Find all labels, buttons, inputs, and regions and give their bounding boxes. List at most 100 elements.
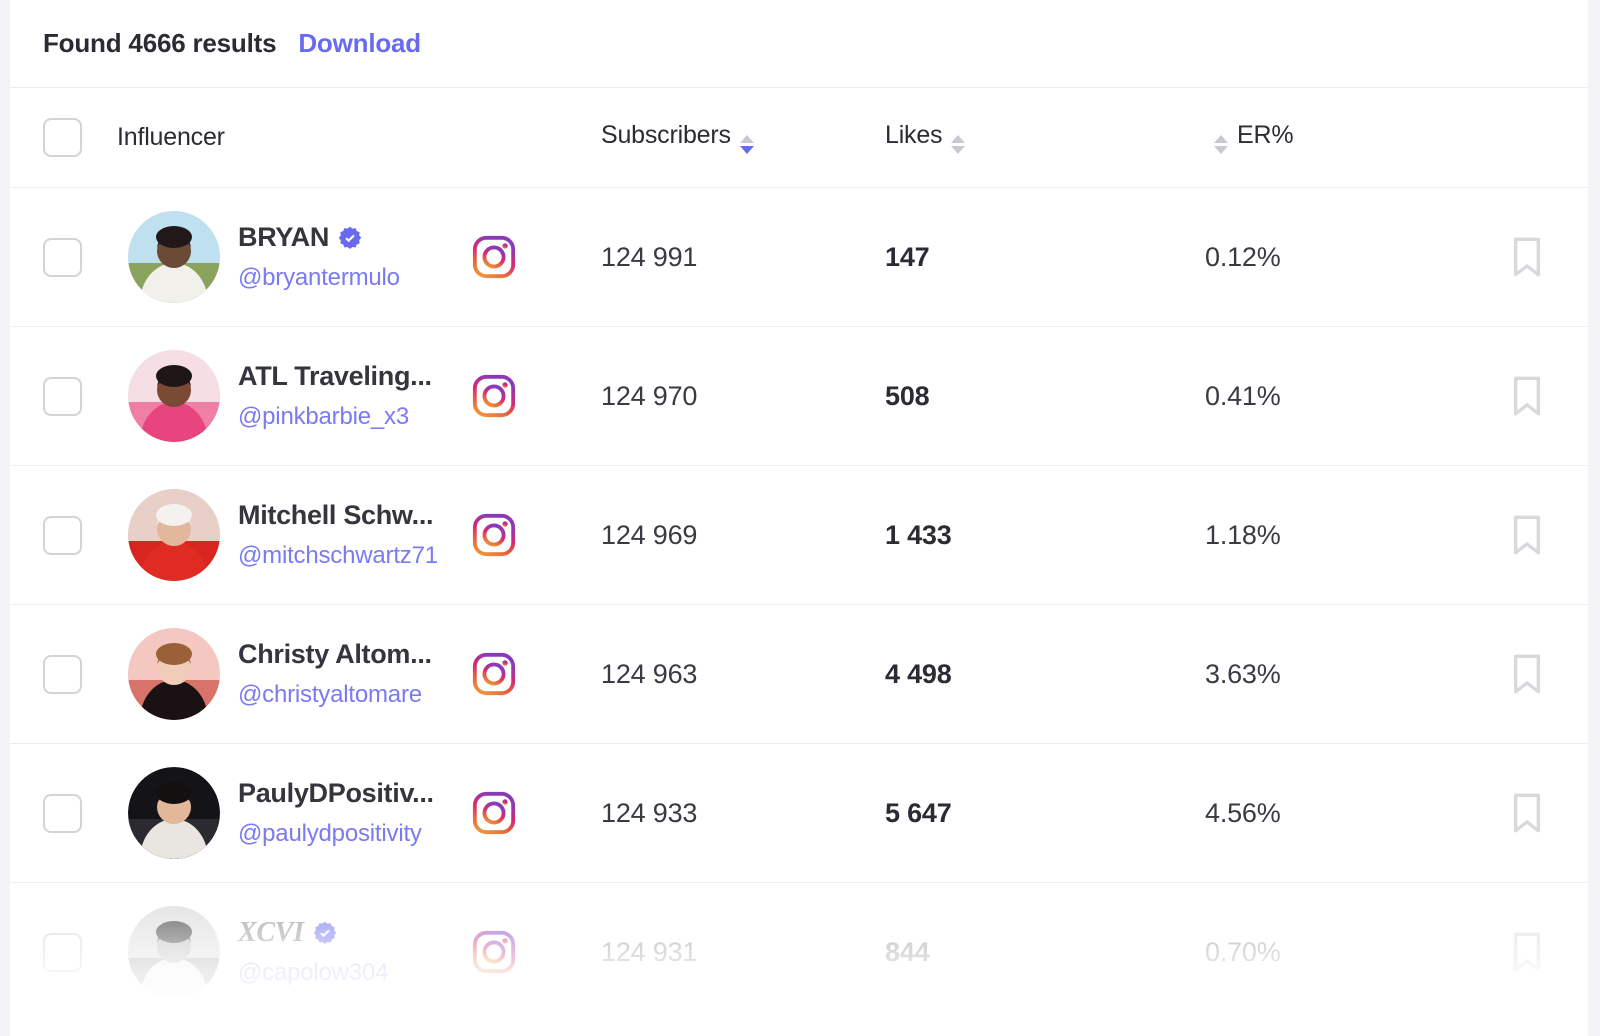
likes-value: 5 647 <box>885 798 952 828</box>
instagram-icon <box>471 234 517 280</box>
er-value: 3.63% <box>1205 659 1281 689</box>
sort-arrows-icon-likes[interactable] <box>951 135 965 154</box>
avatar[interactable] <box>128 489 220 581</box>
avatar[interactable] <box>128 350 220 442</box>
influencer-name-text: Mitchell Schw... <box>238 500 433 531</box>
bookmark-cell[interactable] <box>1485 652 1588 696</box>
table-row[interactable]: XCVI @capolow304 124 931 844 0.7 <box>10 883 1588 1022</box>
platform-cell[interactable] <box>465 373 595 419</box>
influencer-cell: ATL Traveling... @pinkbarbie_x3 <box>115 350 465 442</box>
bookmark-icon[interactable] <box>1510 513 1544 557</box>
influencer-name: Christy Altom... <box>238 639 432 670</box>
column-header-er-label: ER% <box>1237 121 1293 150</box>
likes-value: 147 <box>885 242 929 272</box>
bookmark-icon[interactable] <box>1510 930 1544 974</box>
er-value: 4.56% <box>1205 798 1281 828</box>
influencer-text: ATL Traveling... @pinkbarbie_x3 <box>238 361 432 430</box>
table-row[interactable]: PaulyDPositiv... @paulydpositivity 124 9… <box>10 744 1588 883</box>
column-header-likes[interactable]: Likes <box>885 121 1185 154</box>
bookmark-cell[interactable] <box>1485 930 1588 974</box>
row-checkbox[interactable] <box>43 655 82 694</box>
subscribers-value: 124 969 <box>601 520 697 550</box>
table-row[interactable]: ATL Traveling... @pinkbarbie_x3 124 970 … <box>10 327 1588 466</box>
influencer-text: XCVI @capolow304 <box>238 917 388 987</box>
likes-cell: 5 647 <box>885 798 1185 829</box>
bookmark-cell[interactable] <box>1485 374 1588 418</box>
row-select-cell <box>10 933 115 972</box>
influencer-text: Mitchell Schw... @mitchschwartz71 <box>238 500 438 569</box>
row-select-cell <box>10 238 115 277</box>
instagram-icon <box>471 651 517 697</box>
instagram-icon <box>471 929 517 975</box>
column-header-subscribers[interactable]: Subscribers <box>595 121 885 154</box>
likes-value: 844 <box>885 937 929 967</box>
influencer-name-text: Christy Altom... <box>238 639 432 670</box>
influencer-handle[interactable]: @christyaltomare <box>238 681 432 709</box>
influencer-handle[interactable]: @bryantermulo <box>238 264 400 292</box>
sort-descending-arrow <box>951 146 965 154</box>
influencer-handle[interactable]: @paulydpositivity <box>238 820 434 848</box>
likes-value: 1 433 <box>885 520 952 550</box>
results-bar: Found 4666 results Download <box>10 0 1588 88</box>
likes-cell: 1 433 <box>885 520 1185 551</box>
likes-cell: 844 <box>885 937 1185 968</box>
select-all-cell <box>10 118 115 157</box>
table-row[interactable]: Christy Altom... @christyaltomare 124 96… <box>10 605 1588 744</box>
sort-arrows-icon-subscribers[interactable] <box>740 135 754 154</box>
column-header-er[interactable]: ER% <box>1185 121 1485 154</box>
row-checkbox[interactable] <box>43 794 82 833</box>
likes-value: 4 498 <box>885 659 952 689</box>
sort-arrows-icon-er[interactable] <box>1214 135 1228 154</box>
er-value: 0.70% <box>1205 937 1281 967</box>
bookmark-icon[interactable] <box>1510 374 1544 418</box>
likes-cell: 147 <box>885 242 1185 273</box>
bookmark-icon[interactable] <box>1510 791 1544 835</box>
verified-badge-icon <box>313 921 337 945</box>
er-cell: 0.70% <box>1185 937 1485 968</box>
subscribers-cell: 124 933 <box>595 798 885 829</box>
select-all-checkbox[interactable] <box>43 118 82 157</box>
avatar-image <box>128 767 220 859</box>
bookmark-cell[interactable] <box>1485 791 1588 835</box>
influencer-handle[interactable]: @mitchschwartz71 <box>238 542 438 570</box>
platform-cell[interactable] <box>465 651 595 697</box>
row-checkbox[interactable] <box>43 933 82 972</box>
row-checkbox[interactable] <box>43 377 82 416</box>
bookmark-icon[interactable] <box>1510 235 1544 279</box>
subscribers-value: 124 931 <box>601 937 697 967</box>
influencer-name-text: BRYAN <box>238 222 329 253</box>
avatar[interactable] <box>128 628 220 720</box>
avatar[interactable] <box>128 767 220 859</box>
download-link[interactable]: Download <box>298 28 421 59</box>
subscribers-value: 124 970 <box>601 381 697 411</box>
row-select-cell <box>10 377 115 416</box>
influencer-text: PaulyDPositiv... @paulydpositivity <box>238 778 434 847</box>
row-select-cell <box>10 794 115 833</box>
avatar-image <box>128 906 220 998</box>
influencer-cell: Mitchell Schw... @mitchschwartz71 <box>115 489 465 581</box>
row-checkbox[interactable] <box>43 516 82 555</box>
row-checkbox[interactable] <box>43 238 82 277</box>
influencer-text: Christy Altom... @christyaltomare <box>238 639 432 708</box>
verified-badge-icon <box>338 226 362 250</box>
platform-cell[interactable] <box>465 234 595 280</box>
er-cell: 0.12% <box>1185 242 1485 273</box>
bookmark-cell[interactable] <box>1485 513 1588 557</box>
platform-cell[interactable] <box>465 790 595 836</box>
platform-cell[interactable] <box>465 512 595 558</box>
bookmark-icon[interactable] <box>1510 652 1544 696</box>
influencer-handle[interactable]: @pinkbarbie_x3 <box>238 403 432 431</box>
influencer-handle[interactable]: @capolow304 <box>238 959 388 987</box>
avatar[interactable] <box>128 906 220 998</box>
bookmark-cell[interactable] <box>1485 235 1588 279</box>
row-select-cell <box>10 655 115 694</box>
sort-descending-arrow <box>740 146 754 154</box>
column-header-influencer-label: Influencer <box>115 123 225 152</box>
platform-cell[interactable] <box>465 929 595 975</box>
sort-ascending-arrow <box>740 135 754 143</box>
results-card: Found 4666 results Download Influencer S… <box>10 0 1588 1036</box>
subscribers-value: 124 991 <box>601 242 697 272</box>
table-row[interactable]: BRYAN @bryantermulo 124 991 147 <box>10 188 1588 327</box>
avatar[interactable] <box>128 211 220 303</box>
table-row[interactable]: Mitchell Schw... @mitchschwartz71 124 96… <box>10 466 1588 605</box>
